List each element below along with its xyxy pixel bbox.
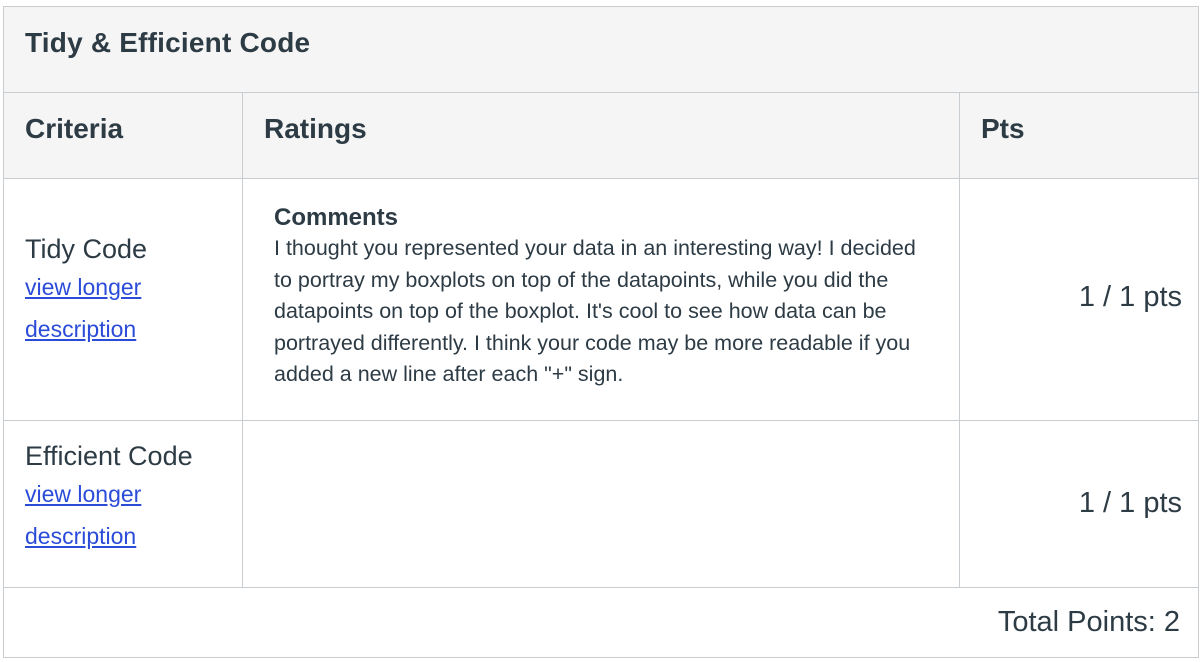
ratings-cell	[243, 421, 960, 587]
points-value: 1 / 1 pts	[1078, 281, 1182, 313]
criterion-name: Tidy Code	[25, 234, 148, 264]
rubric-title-bar: Tidy & Efficient Code	[4, 7, 1198, 93]
view-longer-description-link[interactable]: view longer description	[25, 266, 165, 350]
total-row: Total Points: 2	[4, 588, 1198, 657]
header-criteria: Criteria	[4, 93, 243, 178]
view-longer-description-link[interactable]: view longer description	[25, 473, 165, 557]
criterion-cell: Efficient Code view longer description	[4, 421, 243, 587]
criterion-row-tidy-code: Tidy Code view longer description Commen…	[4, 179, 1198, 421]
ratings-cell: Comments I thought you represented your …	[243, 179, 960, 420]
rubric-table: Tidy & Efficient Code Criteria Ratings P…	[3, 6, 1199, 658]
points-cell: 1 / 1 pts	[960, 421, 1200, 587]
criterion-cell: Tidy Code view longer description	[4, 179, 243, 420]
rubric-title: Tidy & Efficient Code	[25, 27, 311, 58]
criterion-name: Efficient Code	[25, 441, 193, 471]
comments-text: I thought you represented your data in a…	[274, 236, 916, 386]
header-ratings: Ratings	[243, 93, 960, 178]
comments-label: Comments	[274, 204, 399, 231]
points-cell: 1 / 1 pts	[960, 179, 1200, 420]
points-value: 1 / 1 pts	[1078, 487, 1182, 519]
header-pts: Pts	[981, 113, 1025, 144]
criterion-row-efficient-code: Efficient Code view longer description 1…	[4, 421, 1198, 588]
rubric-header-row: Criteria Ratings Pts	[4, 93, 1198, 179]
comments-block: Comments I thought you represented your …	[274, 203, 934, 391]
total-points: Total Points: 2	[997, 606, 1180, 638]
